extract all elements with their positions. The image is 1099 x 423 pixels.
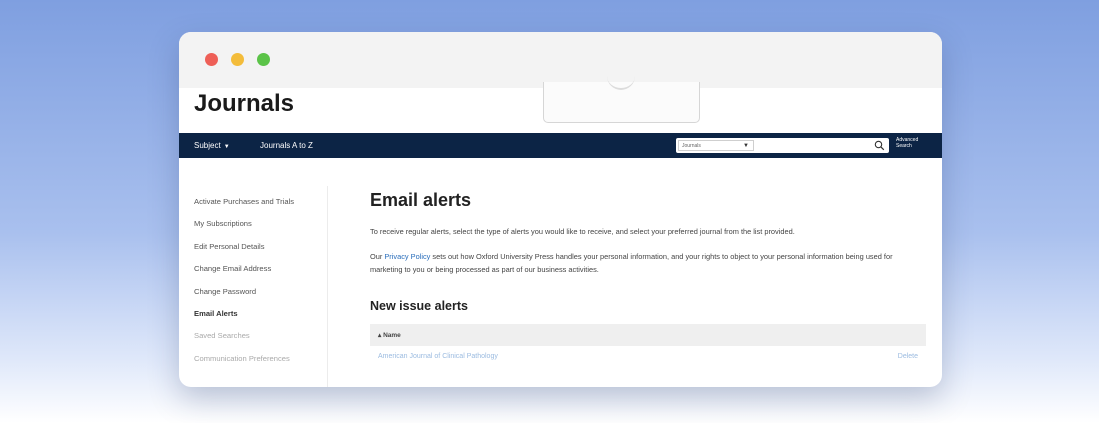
privacy-suffix: sets out how Oxford University Press han…	[370, 252, 893, 274]
sidebar-item-edit-personal-details[interactable]: Edit Personal Details	[194, 241, 329, 263]
search-input[interactable]	[758, 140, 866, 151]
search-bar: Journals ▼	[676, 138, 889, 153]
sidebar-item-activate-purchases[interactable]: Activate Purchases and Trials	[194, 196, 329, 218]
site-header: Journals	[179, 82, 942, 133]
sort-arrow-icon: ▴	[378, 332, 382, 339]
maximize-window-button[interactable]	[257, 53, 270, 66]
journals-atoz-link[interactable]: Journals A to Z	[260, 141, 313, 150]
header-logo-box	[543, 82, 700, 123]
logo-arc-icon	[607, 74, 635, 90]
sidebar-divider	[327, 186, 328, 387]
sidebar-item-saved-searches[interactable]: Saved Searches	[194, 330, 329, 352]
select-caret-icon: ▼	[743, 143, 749, 149]
sidebar-item-communication-preferences[interactable]: Communication Preferences	[194, 353, 329, 375]
alerts-table-header: ▴ Name	[370, 324, 926, 346]
main-navbar: Subject ▼ Journals A to Z Journals ▼ Adva…	[179, 133, 942, 158]
subject-label: Subject	[194, 141, 221, 150]
search-scope-select[interactable]: Journals ▼	[678, 140, 754, 151]
window-titlebar	[179, 32, 942, 88]
chevron-down-icon: ▼	[223, 144, 230, 150]
column-header-name[interactable]: ▴ Name	[378, 331, 401, 339]
intro-text: To receive regular alerts, select the ty…	[370, 227, 795, 236]
minimize-window-button[interactable]	[231, 53, 244, 66]
sidebar-item-change-password[interactable]: Change Password	[194, 286, 329, 308]
column-header-name-label: Name	[383, 332, 401, 339]
search-scope-value: Journals	[682, 143, 701, 149]
advanced-search-line2: Search	[896, 143, 912, 149]
delete-alert-button[interactable]: Delete	[898, 353, 918, 360]
journal-link[interactable]: American Journal of Clinical Pathology	[378, 353, 498, 360]
sidebar-item-change-email[interactable]: Change Email Address	[194, 263, 329, 285]
advanced-search-link[interactable]: Advanced Search	[896, 137, 918, 149]
sidebar-item-email-alerts[interactable]: Email Alerts	[194, 308, 329, 330]
search-icon[interactable]	[874, 140, 885, 151]
account-sidebar: Activate Purchases and Trials My Subscri…	[194, 196, 329, 375]
table-row: American Journal of Clinical Pathology D…	[370, 346, 926, 368]
site-title[interactable]: Journals	[194, 90, 294, 118]
section-title-new-issue-alerts: New issue alerts	[370, 299, 468, 313]
privacy-text: Our Privacy Policy sets out how Oxford U…	[370, 250, 915, 276]
sidebar-item-my-subscriptions[interactable]: My Subscriptions	[194, 218, 329, 240]
browser-window: Journals Subject ▼ Journals A to Z Journa…	[179, 32, 942, 387]
close-window-button[interactable]	[205, 53, 218, 66]
privacy-policy-link[interactable]: Privacy Policy	[384, 252, 430, 261]
privacy-prefix: Our	[370, 252, 385, 261]
subject-menu[interactable]: Subject ▼	[194, 141, 230, 150]
page-title: Email alerts	[370, 190, 472, 210]
